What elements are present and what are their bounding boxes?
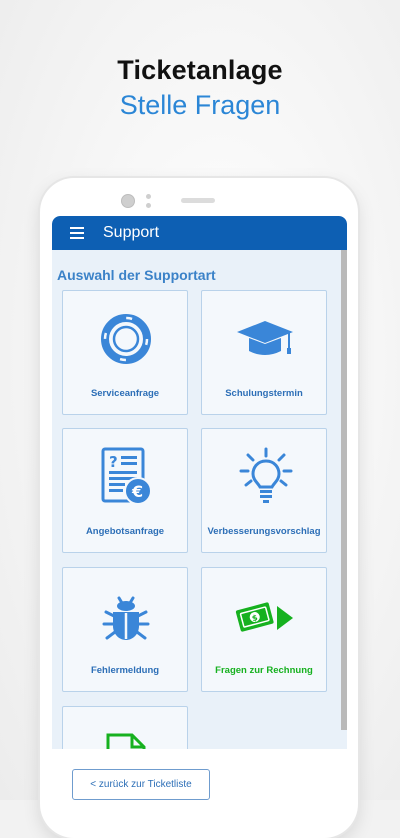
lifebuoy-icon	[101, 314, 151, 364]
app-screen: Support Auswahl der Supportart Servicean…	[52, 216, 347, 800]
app-bar: Support	[52, 216, 347, 250]
scrollbar[interactable]	[341, 250, 347, 730]
promo-title: Ticketanlage	[117, 55, 283, 85]
sensor-dot	[146, 203, 151, 208]
earpiece-speaker	[181, 198, 215, 203]
tile-label: Schulungstermin	[225, 388, 303, 399]
lightbulb-icon	[239, 447, 293, 503]
front-camera	[121, 194, 135, 208]
graduation-cap-icon	[237, 321, 293, 355]
hamburger-menu-icon[interactable]	[70, 227, 84, 239]
tile-label: Fragen zur Rechnung	[215, 665, 313, 676]
money-arrow-icon: $	[235, 602, 293, 632]
svg-text:€: €	[131, 482, 143, 501]
tile-schulungstermin[interactable]: Schulungstermin	[201, 290, 327, 415]
tile-serviceanfrage[interactable]: Serviceanfrage	[62, 290, 188, 415]
bottom-bar: < zurück zur Ticketliste	[52, 749, 347, 800]
tile-fragen-zur-rechnung[interactable]: $ Fragen zur Rechnung	[201, 567, 327, 692]
app-bar-title: Support	[103, 224, 160, 241]
tile-label: Angebotsanfrage	[85, 526, 165, 537]
section-title: Auswahl der Supportart	[57, 267, 216, 283]
tile-verbesserungsvorschlag[interactable]: Verbesserungsvorschlag	[201, 428, 327, 553]
tile-label: Verbesserungsvorschlag	[207, 526, 321, 537]
tile-label: Fehlermeldung	[90, 665, 160, 676]
quote-document-euro-icon: ? €	[101, 447, 152, 505]
tile-label: Serviceanfrage	[90, 388, 160, 399]
bug-icon	[102, 596, 150, 640]
sensor-dot	[146, 194, 151, 199]
tile-fehlermeldung[interactable]: Fehlermeldung	[62, 567, 188, 692]
back-to-ticket-list-button[interactable]: < zurück zur Ticketliste	[72, 769, 210, 800]
tile-angebotsanfrage[interactable]: ? € Angebotsanfrage	[62, 428, 188, 553]
svg-text:?: ?	[109, 453, 118, 471]
promo-subtitle: Stelle Fragen	[119, 90, 281, 120]
